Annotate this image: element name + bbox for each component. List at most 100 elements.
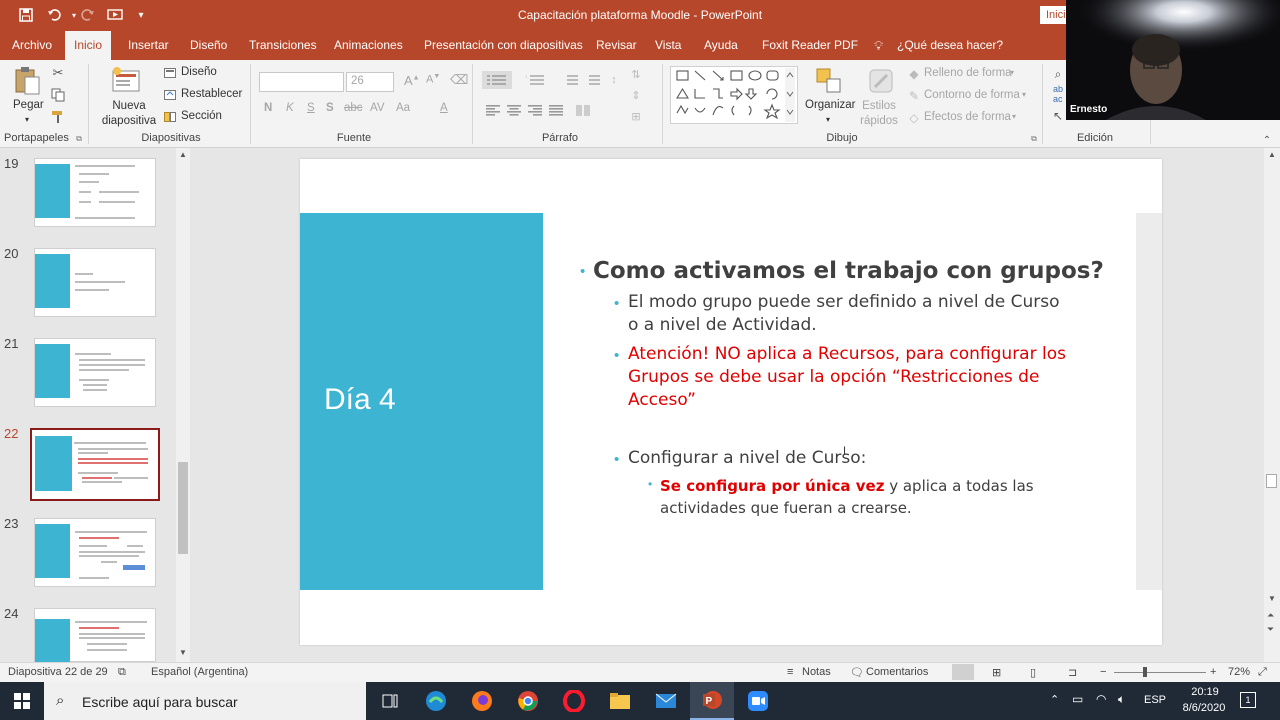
zoom-slider-thumb[interactable] bbox=[1143, 667, 1147, 677]
sub-bullet-text-line[interactable]: Se configura por única vez y aplica a to… bbox=[660, 477, 1034, 495]
tab-inicio[interactable]: Inicio bbox=[65, 31, 112, 60]
bullet-text-line[interactable]: El modo grupo puede ser definido a nivel… bbox=[628, 292, 1060, 312]
powerpoint-taskbar-icon[interactable]: P bbox=[690, 682, 734, 720]
replace-icon[interactable]: ab ac bbox=[1048, 84, 1068, 104]
shape-effects-dropdown-icon[interactable]: ▾ bbox=[1012, 112, 1016, 121]
find-icon[interactable]: ⌕ bbox=[1050, 66, 1066, 82]
font-color-icon[interactable]: A bbox=[440, 102, 448, 114]
zoom-app-icon[interactable] bbox=[736, 682, 780, 720]
align-right-icon[interactable] bbox=[526, 102, 544, 118]
drawing-dialog-launcher-icon[interactable]: ⧉ bbox=[1029, 134, 1039, 144]
cut-icon[interactable]: ✂ bbox=[50, 65, 66, 81]
slide-thumbnail-24[interactable] bbox=[34, 608, 156, 663]
clear-format-icon[interactable]: ⌫ bbox=[450, 72, 468, 88]
zoom-out-icon[interactable]: − bbox=[1100, 666, 1106, 678]
file-explorer-icon[interactable] bbox=[598, 682, 642, 720]
reset-button[interactable]: Restablecer bbox=[181, 88, 242, 100]
select-icon[interactable]: ↖ bbox=[1050, 108, 1066, 124]
tab-revisar[interactable]: Revisar bbox=[592, 31, 641, 60]
show-hidden-icons[interactable]: ⌃ bbox=[1050, 693, 1059, 706]
slide-thumbnail-20[interactable] bbox=[34, 248, 156, 317]
next-slide-icon[interactable]: ⏷ bbox=[1267, 624, 1274, 635]
zoom-in-icon[interactable]: + bbox=[1210, 666, 1216, 678]
shapes-gallery[interactable] bbox=[670, 66, 798, 124]
align-center-icon[interactable] bbox=[505, 102, 523, 118]
italic-button[interactable]: K bbox=[286, 102, 294, 114]
slide-thumbnail-22[interactable] bbox=[30, 428, 160, 501]
bold-button[interactable]: N bbox=[264, 102, 272, 114]
dialog-launcher-icon[interactable]: ⧉ bbox=[74, 134, 84, 144]
shrink-font-icon[interactable]: A▼ bbox=[426, 73, 440, 86]
volume-icon[interactable]: 🔈︎ bbox=[1118, 692, 1125, 707]
slide-thumbnail-23[interactable] bbox=[34, 518, 156, 587]
zoom-slider[interactable] bbox=[1114, 672, 1206, 673]
scroll-up-icon[interactable]: ▲ bbox=[179, 150, 187, 159]
slide-thumbnail-21[interactable] bbox=[34, 338, 156, 407]
paste-dropdown-icon[interactable]: ▾ bbox=[25, 115, 29, 124]
text-direction-icon[interactable]: ⇅ bbox=[628, 66, 644, 82]
smartart-icon[interactable]: ⊞ bbox=[628, 108, 644, 124]
tab-insertar[interactable]: Insertar bbox=[124, 31, 173, 60]
tab-presentacion[interactable]: Presentación con diapositivas bbox=[420, 31, 587, 60]
section-button[interactable]: Sección bbox=[181, 110, 222, 122]
thumbnail-scroll-thumb[interactable] bbox=[178, 462, 188, 554]
edge-icon[interactable] bbox=[414, 682, 458, 720]
tab-diseno[interactable]: Diseño bbox=[186, 31, 231, 60]
slide-thumbnail-19[interactable] bbox=[34, 158, 156, 227]
action-center-icon[interactable]: 1 bbox=[1240, 692, 1256, 708]
sub-bullet-text-line[interactable]: actividades que fueran a crearse. bbox=[660, 499, 912, 517]
taskbar-search-box[interactable]: ⌕ Escribe aquí para buscar bbox=[44, 682, 366, 720]
shape-effects-button[interactable]: Efectos de forma bbox=[924, 111, 1011, 123]
slide-canvas[interactable]: Día 4 • Como activamos el trabajo con gr… bbox=[300, 159, 1162, 645]
shape-fill-dropdown-icon[interactable]: ▾ bbox=[1010, 68, 1014, 77]
tab-archivo[interactable]: Archivo bbox=[8, 31, 56, 60]
spellcheck-icon[interactable]: ⧉ bbox=[118, 666, 126, 679]
fit-to-window-icon[interactable]: ⤢ bbox=[1258, 666, 1267, 679]
align-left-icon[interactable] bbox=[484, 102, 502, 118]
layout-button[interactable]: Diseño bbox=[181, 66, 217, 78]
tab-animaciones[interactable]: Animaciones bbox=[330, 31, 407, 60]
warning-text-line[interactable]: Acceso” bbox=[628, 390, 696, 410]
increase-indent-icon[interactable] bbox=[582, 71, 602, 89]
windows-start-icon[interactable] bbox=[0, 682, 44, 720]
shape-outline-dropdown-icon[interactable]: ▾ bbox=[1022, 90, 1026, 99]
comments-icon[interactable]: 🗨︎ bbox=[850, 666, 864, 679]
strikethrough-button[interactable]: abc bbox=[344, 102, 363, 114]
language-indicator[interactable]: Español (Argentina) bbox=[151, 666, 248, 678]
opera-icon[interactable] bbox=[552, 682, 596, 720]
scroll-down-icon[interactable]: ▼ bbox=[179, 648, 187, 657]
line-spacing-icon[interactable]: ↕ bbox=[606, 71, 622, 89]
warning-text-line[interactable]: Atención! NO aplica a Recursos, para con… bbox=[628, 344, 1066, 364]
tab-foxit[interactable]: Foxit Reader PDF bbox=[758, 31, 862, 60]
previous-slide-icon[interactable]: ⏶ bbox=[1267, 610, 1274, 621]
justify-icon[interactable] bbox=[547, 102, 565, 118]
chrome-icon[interactable] bbox=[506, 682, 550, 720]
arrange-button[interactable]: Organizar bbox=[805, 99, 856, 111]
slideshow-icon[interactable]: ⊐ bbox=[1068, 666, 1077, 679]
slide-title[interactable]: Día 4 bbox=[324, 383, 396, 417]
bullet-text-line[interactable]: o a nivel de Actividad. bbox=[628, 315, 817, 335]
shape-outline-button[interactable]: Contorno de forma bbox=[924, 89, 1020, 101]
grow-font-icon[interactable]: A▲ bbox=[404, 73, 420, 88]
copy-icon[interactable] bbox=[50, 87, 66, 103]
collapse-ribbon-icon[interactable]: ⌃ bbox=[1260, 134, 1274, 146]
format-painter-icon[interactable] bbox=[50, 109, 66, 125]
paste-icon[interactable] bbox=[12, 66, 42, 96]
align-text-icon[interactable]: ⇕ bbox=[628, 87, 644, 103]
comments-button[interactable]: Comentarios bbox=[866, 666, 928, 678]
notes-button[interactable]: Notas bbox=[802, 666, 831, 678]
editor-scrollbar[interactable]: ▲ ▼ ⏶ ⏷ bbox=[1264, 148, 1280, 662]
tab-transiciones[interactable]: Transiciones bbox=[245, 31, 321, 60]
numbering-icon[interactable]: 1 bbox=[520, 71, 550, 89]
clock-time[interactable]: 20:19 bbox=[1180, 686, 1230, 698]
normal-view-icon[interactable] bbox=[952, 664, 974, 680]
slide-heading[interactable]: Como activamos el trabajo con grupos? bbox=[593, 258, 1104, 284]
decrease-indent-icon[interactable] bbox=[560, 71, 580, 89]
new-slide-button[interactable]: Nueva diapositiva bbox=[96, 99, 162, 129]
tell-me-search[interactable]: ¿Qué desea hacer? bbox=[893, 31, 1007, 60]
arrange-dropdown-icon[interactable]: ▾ bbox=[826, 115, 830, 124]
slide-sorter-icon[interactable]: ⊞ bbox=[992, 666, 1001, 679]
quick-styles-icon[interactable] bbox=[866, 66, 896, 96]
change-case-button[interactable]: Aa bbox=[396, 102, 410, 114]
font-name-combobox[interactable] bbox=[259, 72, 344, 92]
